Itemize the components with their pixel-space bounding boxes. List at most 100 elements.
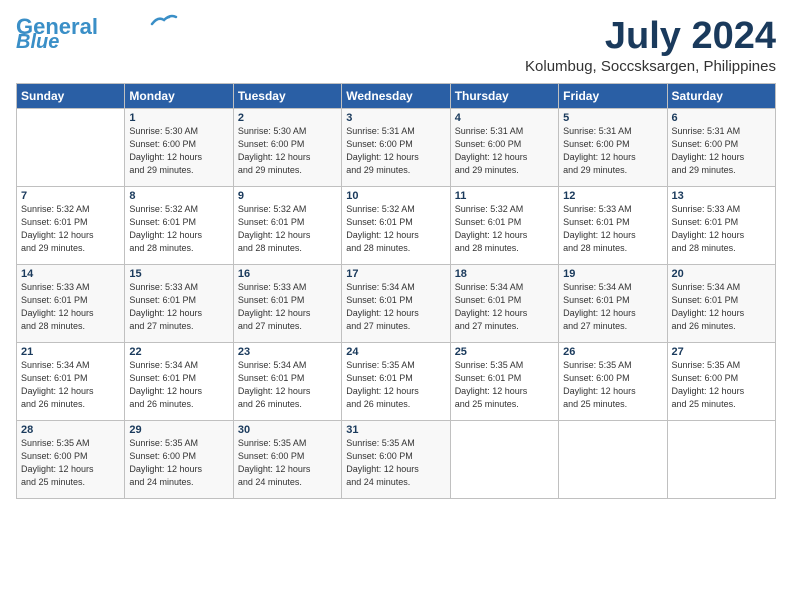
- calendar-cell: 24Sunrise: 5:35 AMSunset: 6:01 PMDayligh…: [342, 342, 450, 420]
- calendar-cell: 12Sunrise: 5:33 AMSunset: 6:01 PMDayligh…: [559, 186, 667, 264]
- weekday-header: Tuesday: [233, 83, 341, 108]
- day-info: Sunrise: 5:33 AMSunset: 6:01 PMDaylight:…: [129, 281, 228, 333]
- calendar-cell: [450, 420, 558, 498]
- calendar-cell: 31Sunrise: 5:35 AMSunset: 6:00 PMDayligh…: [342, 420, 450, 498]
- day-info: Sunrise: 5:35 AMSunset: 6:01 PMDaylight:…: [346, 359, 445, 411]
- day-info: Sunrise: 5:30 AMSunset: 6:00 PMDaylight:…: [238, 125, 337, 177]
- weekday-header: Saturday: [667, 83, 775, 108]
- day-number: 4: [455, 112, 554, 124]
- weekday-header: Monday: [125, 83, 233, 108]
- day-number: 2: [238, 112, 337, 124]
- day-info: Sunrise: 5:35 AMSunset: 6:00 PMDaylight:…: [238, 437, 337, 489]
- day-number: 15: [129, 268, 228, 280]
- day-number: 18: [455, 268, 554, 280]
- weekday-header: Friday: [559, 83, 667, 108]
- day-number: 23: [238, 346, 337, 358]
- day-info: Sunrise: 5:32 AMSunset: 6:01 PMDaylight:…: [238, 203, 337, 255]
- location: Kolumbug, Soccsksargen, Philippines: [525, 58, 776, 75]
- calendar-week-row: 1Sunrise: 5:30 AMSunset: 6:00 PMDaylight…: [17, 108, 776, 186]
- day-number: 29: [129, 424, 228, 436]
- day-number: 1: [129, 112, 228, 124]
- day-info: Sunrise: 5:31 AMSunset: 6:00 PMDaylight:…: [346, 125, 445, 177]
- day-info: Sunrise: 5:32 AMSunset: 6:01 PMDaylight:…: [21, 203, 120, 255]
- calendar-week-row: 14 Sunrise: 5:33 AMSunset: 6:01 PMDayligh…: [17, 264, 776, 342]
- day-info: Sunrise: 5:32 AMSunset: 6:01 PMDaylight:…: [455, 203, 554, 255]
- day-number: 16: [238, 268, 337, 280]
- calendar-cell: [559, 420, 667, 498]
- day-info: Sunrise: 5:35 AMSunset: 6:00 PMDaylight:…: [672, 359, 771, 411]
- calendar-cell: 26Sunrise: 5:35 AMSunset: 6:00 PMDayligh…: [559, 342, 667, 420]
- day-number: 6: [672, 112, 771, 124]
- day-info: Sunrise: 5:33 AMSunset: 6:01 PMDaylight:…: [238, 281, 337, 333]
- day-info: Sunrise: 5:32 AMSunset: 6:01 PMDaylight:…: [129, 203, 228, 255]
- day-number: 13: [672, 190, 771, 202]
- day-info: Sunrise: 5:35 AMSunset: 6:00 PMDaylight:…: [346, 437, 445, 489]
- day-number: 5: [563, 112, 662, 124]
- calendar-cell: 3Sunrise: 5:31 AMSunset: 6:00 PMDaylight…: [342, 108, 450, 186]
- day-number: 28: [21, 424, 120, 436]
- calendar-cell: 27Sunrise: 5:35 AMSunset: 6:00 PMDayligh…: [667, 342, 775, 420]
- day-number: 8: [129, 190, 228, 202]
- day-number: 9: [238, 190, 337, 202]
- day-info: Sunrise: 5:35 AMSunset: 6:00 PMDaylight:…: [21, 437, 120, 489]
- calendar-cell: [667, 420, 775, 498]
- calendar-cell: 1Sunrise: 5:30 AMSunset: 6:00 PMDaylight…: [125, 108, 233, 186]
- calendar-cell: 28Sunrise: 5:35 AMSunset: 6:00 PMDayligh…: [17, 420, 125, 498]
- weekday-header: Wednesday: [342, 83, 450, 108]
- calendar-week-row: 7Sunrise: 5:32 AMSunset: 6:01 PMDaylight…: [17, 186, 776, 264]
- calendar-cell: 21Sunrise: 5:34 AMSunset: 6:01 PMDayligh…: [17, 342, 125, 420]
- day-number: 11: [455, 190, 554, 202]
- day-number: 27: [672, 346, 771, 358]
- day-info: Sunrise: 5:34 AMSunset: 6:01 PMDaylight:…: [21, 359, 120, 411]
- day-number: 14: [21, 268, 120, 280]
- day-info: Sunrise: 5:34 AMSunset: 6:01 PMDaylight:…: [238, 359, 337, 411]
- month-title: July 2024: [525, 16, 776, 58]
- day-info: Sunrise: 5:34 AMSunset: 6:01 PMDaylight:…: [129, 359, 228, 411]
- day-number: 22: [129, 346, 228, 358]
- day-number: 17: [346, 268, 445, 280]
- day-info: Sunrise: 5:33 AMSunset: 6:01 PMDaylight:…: [672, 203, 771, 255]
- day-info: Sunrise: 5:32 AMSunset: 6:01 PMDaylight:…: [346, 203, 445, 255]
- day-number: 31: [346, 424, 445, 436]
- day-info: Sunrise: 5:34 AMSunset: 6:01 PMDaylight:…: [346, 281, 445, 333]
- day-info: Sunrise: 5:35 AMSunset: 6:01 PMDaylight:…: [455, 359, 554, 411]
- day-number: 7: [21, 190, 120, 202]
- calendar-table: SundayMondayTuesdayWednesdayThursdayFrid…: [16, 83, 776, 499]
- day-number: 21: [21, 346, 120, 358]
- calendar-cell: 23Sunrise: 5:34 AMSunset: 6:01 PMDayligh…: [233, 342, 341, 420]
- day-info: Sunrise: 5:31 AMSunset: 6:00 PMDaylight:…: [672, 125, 771, 177]
- calendar-cell: 30Sunrise: 5:35 AMSunset: 6:00 PMDayligh…: [233, 420, 341, 498]
- day-number: 25: [455, 346, 554, 358]
- calendar-cell: 13Sunrise: 5:33 AMSunset: 6:01 PMDayligh…: [667, 186, 775, 264]
- calendar-cell: 16Sunrise: 5:33 AMSunset: 6:01 PMDayligh…: [233, 264, 341, 342]
- day-number: 12: [563, 190, 662, 202]
- calendar-cell: 8Sunrise: 5:32 AMSunset: 6:01 PMDaylight…: [125, 186, 233, 264]
- day-info: Sunrise: 5:35 AMSunset: 6:00 PMDaylight:…: [563, 359, 662, 411]
- calendar-cell: 7Sunrise: 5:32 AMSunset: 6:01 PMDaylight…: [17, 186, 125, 264]
- day-info: Sunrise: 5:35 AMSunset: 6:00 PMDaylight:…: [129, 437, 228, 489]
- day-info: Sunrise: 5:31 AMSunset: 6:00 PMDaylight:…: [563, 125, 662, 177]
- calendar-cell: 18Sunrise: 5:34 AMSunset: 6:01 PMDayligh…: [450, 264, 558, 342]
- calendar-cell: 9Sunrise: 5:32 AMSunset: 6:01 PMDaylight…: [233, 186, 341, 264]
- calendar-cell: 5Sunrise: 5:31 AMSunset: 6:00 PMDaylight…: [559, 108, 667, 186]
- calendar-cell: 25Sunrise: 5:35 AMSunset: 6:01 PMDayligh…: [450, 342, 558, 420]
- day-number: 26: [563, 346, 662, 358]
- day-number: 20: [672, 268, 771, 280]
- day-info: Sunrise: 5:31 AMSunset: 6:00 PMDaylight:…: [455, 125, 554, 177]
- calendar-cell: 11Sunrise: 5:32 AMSunset: 6:01 PMDayligh…: [450, 186, 558, 264]
- day-number: 19: [563, 268, 662, 280]
- calendar-cell: 6Sunrise: 5:31 AMSunset: 6:00 PMDaylight…: [667, 108, 775, 186]
- weekday-header-row: SundayMondayTuesdayWednesdayThursdayFrid…: [17, 83, 776, 108]
- calendar-cell: [17, 108, 125, 186]
- day-number: 10: [346, 190, 445, 202]
- calendar-cell: 4Sunrise: 5:31 AMSunset: 6:00 PMDaylight…: [450, 108, 558, 186]
- calendar-cell: 17Sunrise: 5:34 AMSunset: 6:01 PMDayligh…: [342, 264, 450, 342]
- day-number: 3: [346, 112, 445, 124]
- title-area: July 2024 Kolumbug, Soccsksargen, Philip…: [525, 16, 776, 75]
- day-info: Sunrise: 5:30 AMSunset: 6:00 PMDaylight:…: [129, 125, 228, 177]
- weekday-header: Sunday: [17, 83, 125, 108]
- calendar-cell: 20Sunrise: 5:34 AMSunset: 6:01 PMDayligh…: [667, 264, 775, 342]
- day-info: Sunrise: 5:34 AMSunset: 6:01 PMDaylight:…: [672, 281, 771, 333]
- calendar-week-row: 21Sunrise: 5:34 AMSunset: 6:01 PMDayligh…: [17, 342, 776, 420]
- calendar-cell: 22Sunrise: 5:34 AMSunset: 6:01 PMDayligh…: [125, 342, 233, 420]
